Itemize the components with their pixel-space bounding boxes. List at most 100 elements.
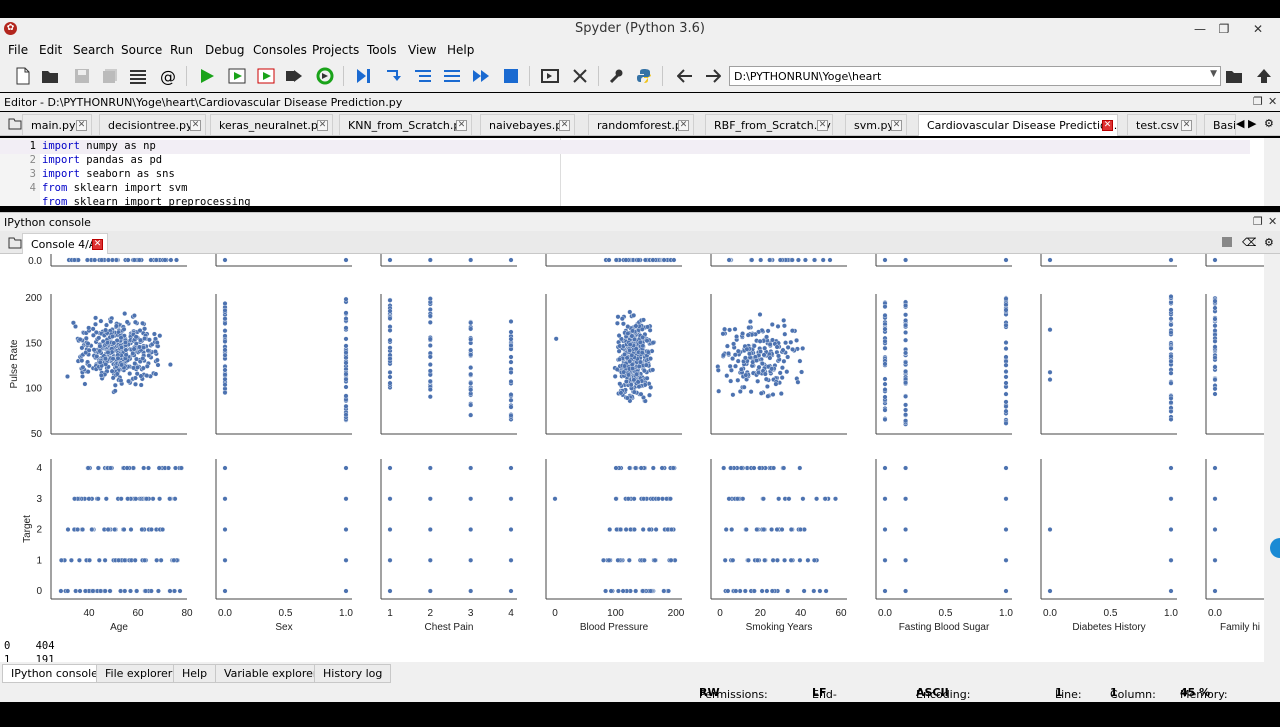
close-window-button[interactable]: ✕ — [1244, 20, 1272, 38]
scatter-point — [746, 325, 752, 331]
tab-help[interactable]: Help — [173, 664, 217, 683]
step-icon[interactable] — [383, 66, 403, 86]
tab-console-4a[interactable]: Console 4/A ✕ — [22, 233, 108, 255]
interrupt-kernel-icon[interactable] — [1222, 233, 1236, 254]
console-output[interactable]: 0.0 200 150 100 50 4 3 2 1 0 Pulse Rate Target 40 60 8… — [0, 254, 1280, 662]
run-selection-icon[interactable] — [284, 66, 304, 86]
scatter-point — [751, 588, 757, 594]
chevron-down-icon[interactable]: ▼ — [1210, 69, 1217, 79]
back-arrow-icon[interactable] — [675, 66, 695, 86]
browse-folder-icon[interactable] — [1224, 66, 1244, 86]
menu-consoles[interactable]: Consoles — [253, 43, 307, 57]
tab-variable-explorer[interactable]: Variable explorer — [215, 664, 327, 683]
close-tab-icon[interactable]: ✕ — [891, 120, 902, 131]
console-options-gear-icon[interactable]: ⚙ — [1262, 233, 1280, 254]
tab-randomforest-py[interactable]: randomforest.py ✕ — [588, 114, 694, 135]
maximize-pane-icon[interactable] — [540, 66, 560, 86]
close-tab-icon[interactable]: ✕ — [190, 120, 201, 131]
tab-main-py[interactable]: main.py ✕ — [22, 114, 92, 135]
step-into-icon[interactable] — [413, 66, 433, 86]
tab-basi[interactable]: Basi — [1204, 114, 1236, 135]
parent-directory-icon[interactable] — [1254, 66, 1274, 86]
run-cell-icon[interactable] — [227, 66, 247, 86]
menu-source[interactable]: Source — [121, 43, 162, 57]
menu-search[interactable]: Search — [73, 43, 114, 57]
tab-decisiontree-py[interactable]: decisiontree.py ✕ — [99, 114, 206, 135]
continue-icon[interactable] — [471, 66, 491, 86]
new-file-icon[interactable] — [13, 66, 33, 86]
menu-file[interactable]: File — [8, 43, 28, 57]
tab-cardiovascular-disease-prediction-py[interactable]: Cardiovascular Disease Prediction.py ✕ — [918, 114, 1118, 136]
stop-icon[interactable] — [501, 66, 521, 86]
scatter-point — [343, 310, 349, 316]
scatter-point — [759, 361, 765, 367]
step-return-icon[interactable] — [442, 66, 462, 86]
scatter-point — [645, 324, 651, 330]
tab-history-log[interactable]: History log — [314, 664, 392, 683]
scroll-tabs-right-icon[interactable]: ▶ — [1248, 114, 1260, 135]
list-icon[interactable] — [128, 66, 148, 86]
run-cell-advance-icon[interactable] — [256, 66, 276, 86]
scatter-point — [903, 322, 909, 328]
scatter-point — [95, 465, 101, 471]
scatter-point — [1168, 588, 1174, 594]
code-editor[interactable]: 1 import numpy as np 2 import pandas as pd… — [0, 138, 1280, 206]
tab-rbf-from-scratch-py[interactable]: RBF_from_Scratch.py ✕ — [705, 114, 833, 135]
save-icon[interactable] — [72, 66, 92, 86]
forward-arrow-icon[interactable] — [703, 66, 723, 86]
menu-edit[interactable]: Edit — [39, 43, 62, 57]
scatter-point — [141, 465, 147, 471]
tab-test-csv[interactable]: test.csv ✕ — [1127, 114, 1197, 135]
scatter-point — [760, 496, 766, 502]
editor-scrollbar[interactable] — [1264, 138, 1280, 206]
tab-svm-py[interactable]: svm.py ✕ — [845, 114, 907, 135]
scatter-point — [882, 304, 888, 310]
menu-run[interactable]: Run — [170, 43, 193, 57]
menu-debug[interactable]: Debug — [205, 43, 244, 57]
scatter-point — [903, 588, 909, 594]
tab-file-explorer[interactable]: File explorer — [96, 664, 182, 683]
tab-ipython-console[interactable]: IPython console — [2, 664, 107, 683]
tab-keras-neuralnet-py[interactable]: keras_neuralnet.py ✕ — [210, 114, 333, 135]
close-tab-icon[interactable]: ✕ — [317, 120, 328, 131]
save-all-icon[interactable] — [100, 66, 120, 86]
console-scrollbar[interactable] — [1264, 254, 1280, 662]
menu-help[interactable]: Help — [447, 43, 474, 57]
scroll-tabs-left-icon[interactable]: ◀ — [1236, 114, 1248, 135]
python-path-icon[interactable] — [634, 66, 654, 86]
tab-knn-from-scratch-py[interactable]: KNN_from_Scratch.py ✕ — [339, 114, 472, 135]
scatter-point — [1168, 257, 1174, 263]
scatter-point — [725, 588, 731, 594]
menu-projects[interactable]: Projects — [312, 43, 359, 57]
undock-icon[interactable]: ❐ — [1253, 95, 1263, 108]
close-pane-icon[interactable]: ✕ — [1268, 215, 1277, 228]
at-sign-icon[interactable]: @ — [158, 66, 178, 86]
run-icon[interactable] — [197, 66, 217, 86]
close-console-icon[interactable]: ✕ — [92, 239, 103, 250]
fullscreen-icon[interactable] — [570, 66, 590, 86]
close-tab-icon[interactable]: ✕ — [559, 120, 570, 131]
close-tab-icon[interactable]: ✕ — [76, 120, 87, 131]
clear-console-icon[interactable]: ⌫ — [1242, 233, 1256, 254]
x-tick-label: 4 — [508, 608, 514, 619]
undock-icon[interactable]: ❐ — [1253, 215, 1263, 228]
working-directory-combobox[interactable]: D:\PYTHONRUN\Yoge\heart ▼ — [729, 66, 1221, 86]
scatter-point — [83, 335, 89, 341]
menu-view[interactable]: View — [408, 43, 436, 57]
close-tab-icon[interactable]: ✕ — [1102, 120, 1113, 131]
restore-button[interactable]: ❐ — [1210, 20, 1238, 38]
editor-options-gear-icon[interactable]: ⚙ — [1262, 114, 1280, 135]
debug-icon[interactable] — [353, 66, 373, 86]
close-tab-icon[interactable]: ✕ — [456, 120, 467, 131]
tab-naivebayes-py[interactable]: naivebayes.py ✕ — [480, 114, 575, 135]
close-tab-icon[interactable]: ✕ — [1181, 120, 1192, 131]
rerun-icon[interactable] — [315, 66, 335, 86]
close-tab-icon[interactable]: ✕ — [817, 120, 828, 131]
preferences-wrench-icon[interactable] — [606, 66, 626, 86]
browse-tabs-icon[interactable] — [0, 114, 22, 135]
browse-consoles-icon[interactable] — [0, 233, 22, 254]
close-tab-icon[interactable]: ✕ — [678, 120, 689, 131]
menu-tools[interactable]: Tools — [367, 43, 397, 57]
close-pane-icon[interactable]: ✕ — [1268, 95, 1277, 108]
open-file-icon[interactable] — [40, 66, 60, 86]
